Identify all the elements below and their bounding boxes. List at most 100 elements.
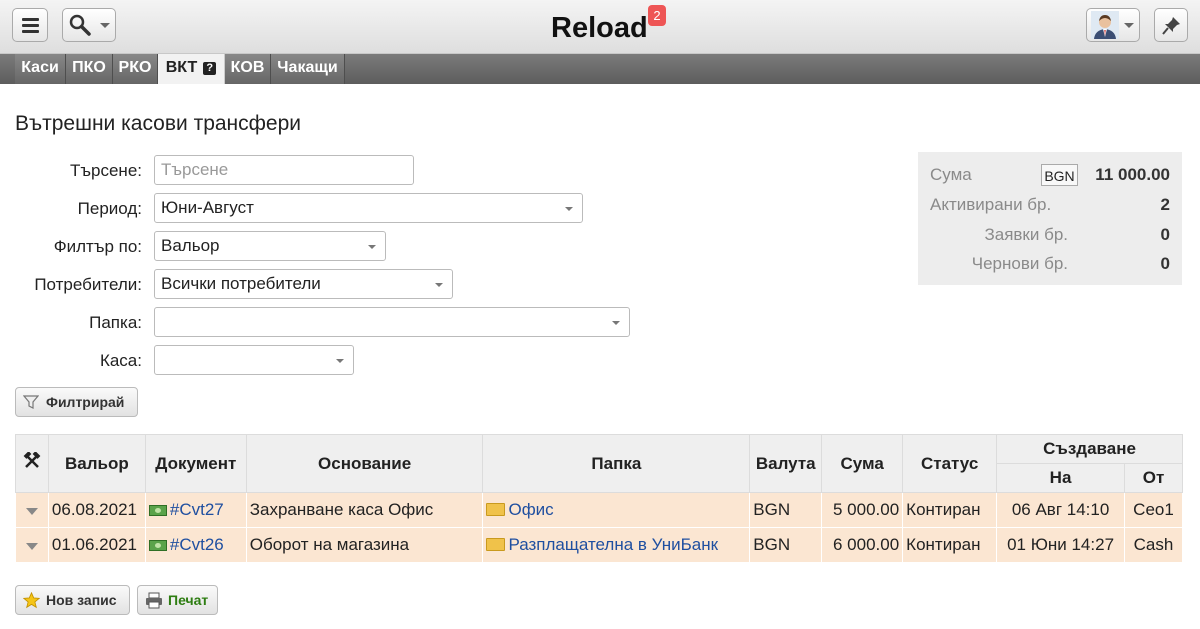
menu-icon-line (22, 30, 39, 33)
chevron-down-icon (565, 207, 573, 211)
filter-by-select[interactable]: Вальор (154, 231, 386, 261)
col-document[interactable]: Документ (144, 434, 247, 493)
funnel-icon (23, 395, 39, 409)
cell-folder[interactable]: Разплащателна в УниБанк (482, 527, 751, 563)
period-select[interactable]: Юни-Август (154, 193, 583, 223)
folder-link[interactable]: Офис (508, 500, 553, 519)
period-value: Юни-Август (161, 198, 254, 217)
summary-amount-value: 11 000.00 (1095, 165, 1170, 184)
folder-icon (486, 538, 506, 551)
page-title: Вътрешни касови трансфери (15, 112, 302, 135)
cash-icon (148, 540, 167, 551)
col-basis[interactable]: Основание (245, 434, 484, 493)
menu-icon (22, 18, 39, 21)
transfers-table: Вальор Документ Основание Папка Валута С… (15, 434, 1183, 563)
print-label: Печат (168, 592, 209, 608)
cell-created-by[interactable]: Ceo1 (1124, 492, 1183, 528)
col-valor[interactable]: Вальор (47, 434, 146, 493)
users-select[interactable]: Всички потребители (154, 269, 453, 299)
chevron-down-icon (100, 23, 110, 28)
tab-bar: Каси ПКО РКО ВКТ? КОВ Чакащи (0, 54, 1200, 84)
tab-rko[interactable]: РКО (113, 54, 158, 84)
chevron-down-icon (368, 245, 376, 249)
filter-by-label: Филтър по: (53, 237, 142, 256)
cell-currency: BGN (749, 527, 823, 563)
folder-link[interactable]: Разплащателна в УниБанк (508, 535, 718, 554)
pin-button[interactable] (1154, 8, 1188, 42)
row-menu-icon[interactable] (25, 508, 38, 515)
tab-chakashti[interactable]: Чакащи (271, 54, 345, 84)
search-button[interactable] (62, 8, 116, 42)
star-icon (23, 592, 40, 609)
tools-icon (23, 451, 41, 468)
tab-label: ПКО (72, 59, 106, 76)
summary-requests-value: 0 (1160, 225, 1170, 244)
col-currency[interactable]: Валута (749, 434, 823, 493)
menu-button[interactable] (12, 8, 48, 42)
cell-basis: Захранване каса Офис (245, 492, 484, 528)
tab-label: КОВ (230, 59, 265, 76)
cell-created-by[interactable]: Cash (1124, 527, 1183, 563)
filter-button-label: Филтрирай (46, 394, 125, 410)
cell-valor: 06.08.2021 (47, 492, 146, 528)
tab-label: РКО (118, 59, 152, 76)
cell-status: Контиран (902, 492, 998, 528)
cashbox-select[interactable] (154, 345, 354, 375)
cell-amount: 6 000.00 (821, 527, 904, 563)
help-icon[interactable]: ? (203, 62, 217, 75)
cell-currency: BGN (749, 492, 823, 528)
avatar (1091, 11, 1119, 39)
tab-label: Чакащи (277, 59, 338, 76)
tab-label: Каси (21, 59, 59, 76)
cell-document[interactable]: #Cvt27 (144, 492, 247, 528)
menu-icon-line (22, 24, 39, 27)
summary-active-label: Активирани бр. (930, 195, 1052, 214)
cell-folder[interactable]: Офис (482, 492, 751, 528)
tab-vkt[interactable]: ВКТ? (158, 54, 225, 84)
print-button[interactable]: Печат (137, 585, 218, 615)
chevron-down-icon (1124, 23, 1134, 28)
filter-button[interactable]: Филтрирай (15, 387, 138, 417)
col-amount[interactable]: Сума (821, 434, 904, 493)
chevron-down-icon (435, 283, 443, 287)
summary-amount-label: Сума (930, 165, 972, 184)
chevron-down-icon (336, 359, 344, 363)
col-created-by[interactable]: От (1124, 463, 1183, 493)
document-link[interactable]: #Cvt27 (170, 500, 224, 519)
document-link[interactable]: #Cvt26 (170, 535, 224, 554)
search-input[interactable] (154, 155, 414, 185)
table-row[interactable]: 01.06.2021 #Cvt26 Оборот на магазина Раз… (15, 527, 1183, 563)
tools-header (15, 434, 49, 493)
users-label: Потребители: (34, 275, 142, 294)
folder-label: Папка: (89, 313, 142, 332)
cash-icon (148, 505, 167, 516)
cell-document[interactable]: #Cvt26 (144, 527, 247, 563)
summary-panel: Сума BGN 11 000.00 Активирани бр. 2 Заяв… (918, 152, 1182, 285)
cell-valor: 01.06.2021 (47, 527, 146, 563)
tab-kov[interactable]: КОВ (225, 54, 271, 84)
tab-label: ВКТ (165, 59, 198, 76)
new-record-button[interactable]: Нов запис (15, 585, 130, 615)
summary-drafts-label: Чернови бр. (971, 254, 1068, 273)
printer-icon (146, 592, 162, 609)
users-value: Всички потребители (161, 274, 321, 293)
tab-pko[interactable]: ПКО (66, 54, 113, 84)
cell-basis: Оборот на магазина (245, 527, 484, 563)
row-menu-icon[interactable] (25, 543, 38, 550)
col-created-on[interactable]: На (996, 463, 1125, 493)
new-record-label: Нов запис (46, 592, 117, 608)
pin-icon (1162, 17, 1180, 35)
folder-select[interactable] (154, 307, 630, 337)
table-row[interactable]: 06.08.2021 #Cvt27 Захранване каса Офис О… (15, 492, 1183, 528)
col-status[interactable]: Статус (902, 434, 998, 493)
chevron-down-icon (612, 321, 620, 325)
user-menu-button[interactable] (1086, 8, 1140, 42)
tab-kasi[interactable]: Каси (15, 54, 66, 84)
summary-active-value: 2 (1160, 195, 1170, 214)
search-icon (69, 14, 91, 36)
notification-badge[interactable]: 2 (648, 5, 666, 26)
summary-drafts-value: 0 (1160, 254, 1170, 273)
app-title: Reload (551, 12, 648, 44)
col-folder[interactable]: Папка (482, 434, 751, 493)
cell-amount: 5 000.00 (821, 492, 904, 528)
